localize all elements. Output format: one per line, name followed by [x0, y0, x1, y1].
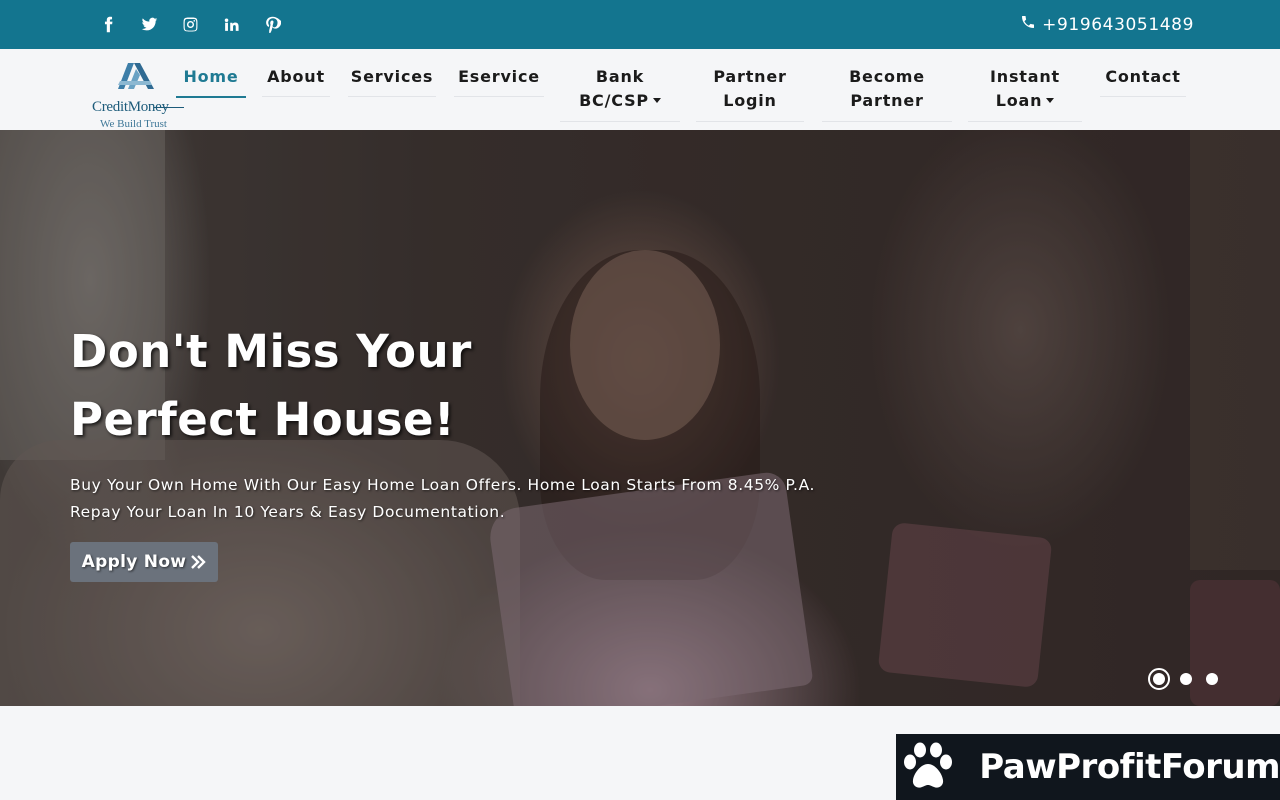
hero-subtitle-line: Repay Your Loan In 10 Years & Easy Docum…	[70, 503, 506, 521]
nav-label: Become	[849, 67, 925, 86]
nav-label: Contact	[1105, 67, 1181, 86]
watermark-banner: PawProfitForum	[896, 734, 1280, 800]
nav-underline	[696, 121, 804, 122]
social-links	[88, 0, 293, 49]
nav-underline	[1100, 96, 1186, 97]
slider-dot[interactable]	[1206, 673, 1218, 685]
nav-label: Services	[350, 67, 434, 86]
watermark-text: PawProfitForum	[979, 747, 1280, 787]
nav-instant-loan[interactable]: Instant Loan	[968, 65, 1082, 122]
nav-label: Eservice	[458, 67, 540, 86]
nav-become-partner[interactable]: Become Partner	[822, 65, 952, 122]
logo-divider	[154, 107, 184, 108]
double-chevron-right-icon	[191, 555, 207, 569]
nav-eservice[interactable]: Eservice	[454, 65, 544, 97]
nav-label: Partner	[713, 67, 787, 86]
active-underline	[176, 96, 246, 98]
instagram-icon[interactable]	[170, 0, 211, 49]
nav-partner-login[interactable]: Partner Login	[696, 65, 804, 122]
paw-icon	[896, 734, 959, 800]
linkedin-icon[interactable]	[211, 0, 252, 49]
facebook-icon[interactable]	[88, 0, 129, 49]
slider-dots	[1148, 668, 1218, 690]
nav-bank-bc-csp[interactable]: Bank BC/CSP	[560, 65, 680, 122]
logo[interactable]: CreditMoney We Build Trust	[92, 59, 184, 130]
nav-label: Partner	[850, 91, 924, 110]
nav-label: Instant	[990, 67, 1060, 86]
caret-down-icon	[652, 97, 661, 103]
phone-number: +919643051489	[1042, 14, 1194, 35]
top-bar: +919643051489	[0, 0, 1280, 49]
apply-now-label: Apply Now	[81, 552, 187, 572]
caret-down-icon	[1046, 97, 1055, 103]
nav-label: Bank	[595, 67, 645, 86]
phone-contact[interactable]: +919643051489	[1020, 0, 1194, 49]
slider-dot[interactable]	[1148, 668, 1170, 690]
nav-underline	[348, 96, 436, 97]
nav-underline	[454, 96, 544, 97]
nav-label: Home	[183, 67, 239, 86]
nav-label: BC/CSP	[579, 91, 649, 110]
hero-slider: Don't Miss Your Perfect House! Buy Your …	[0, 130, 1280, 706]
nav-label: About	[267, 67, 325, 86]
main-navbar: CreditMoney We Build Trust Home About Se…	[0, 49, 1280, 130]
twitter-icon[interactable]	[129, 0, 170, 49]
nav-services[interactable]: Services	[348, 65, 436, 97]
nav-underline	[968, 121, 1082, 122]
nav-underline	[822, 121, 952, 122]
nav-underline	[560, 121, 680, 122]
pinterest-icon[interactable]	[252, 0, 293, 49]
logo-mark-icon	[118, 63, 154, 89]
hero-title: Don't Miss Your Perfect House!	[70, 325, 472, 446]
nav-about[interactable]: About	[262, 65, 330, 97]
slider-dot[interactable]	[1180, 673, 1192, 685]
hero-subtitle: Buy Your Own Home With Our Easy Home Loa…	[70, 472, 830, 526]
apply-now-button[interactable]: Apply Now	[70, 542, 218, 582]
nav-underline	[262, 96, 330, 97]
hero-subtitle-line: Buy Your Own Home With Our Easy Home Loa…	[70, 476, 816, 494]
logo-tagline: We Build Trust	[100, 118, 167, 130]
nav-label: Login	[723, 91, 777, 110]
phone-icon	[1020, 14, 1036, 35]
nav-contact[interactable]: Contact	[1100, 65, 1186, 97]
nav-home[interactable]: Home	[176, 65, 246, 98]
nav-label: Loan	[995, 91, 1043, 110]
